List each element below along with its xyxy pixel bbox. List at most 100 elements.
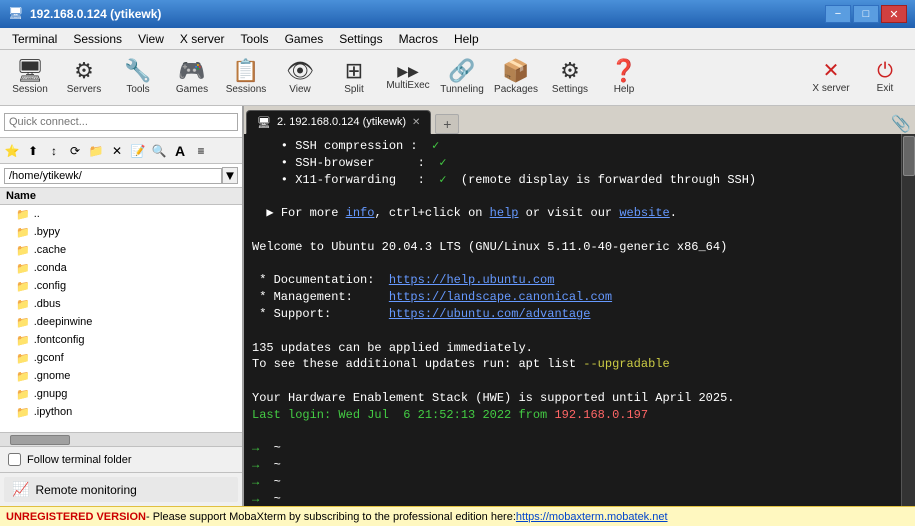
tools-icon: 🔧 bbox=[124, 60, 151, 82]
terminal-line: * Documentation: https://help.ubuntu.com bbox=[252, 272, 907, 289]
path-dropdown-btn[interactable]: ▼ bbox=[222, 167, 238, 184]
terminal-line bbox=[252, 373, 907, 390]
toolbar-help[interactable]: ❓ Help bbox=[598, 52, 650, 104]
menu-help[interactable]: Help bbox=[446, 28, 487, 49]
tab-add-btn[interactable]: + bbox=[435, 114, 459, 134]
folder-icon: 📁 bbox=[16, 244, 30, 257]
terminal-scrollbar[interactable] bbox=[901, 134, 915, 506]
menu-macros[interactable]: Macros bbox=[391, 28, 446, 49]
list-item[interactable]: 📁 .deepinwine bbox=[0, 313, 242, 331]
fb-extra2-btn[interactable]: ≡ bbox=[191, 141, 211, 161]
terminal-line: * Management: https://landscape.canonica… bbox=[252, 289, 907, 306]
left-panel: ⭐ ⬆ ↕ ⟳ 📁 ✕ 📝 🔍 A ≡ ▼ Name 📁 .. 📁 .by bbox=[0, 106, 244, 506]
terminal-line: • X11-forwarding : ✓ (remote display is … bbox=[252, 172, 907, 189]
list-item[interactable]: 📁 .fontconfig bbox=[0, 331, 242, 349]
terminal-line bbox=[252, 424, 907, 441]
path-input[interactable] bbox=[4, 168, 222, 184]
minimize-button[interactable]: − bbox=[825, 5, 851, 23]
terminal-line: Your Hardware Enablement Stack (HWE) is … bbox=[252, 390, 907, 407]
tab-close-btn[interactable]: ✕ bbox=[412, 117, 420, 128]
horizontal-scrollbar[interactable] bbox=[0, 432, 242, 446]
tab-session[interactable]: 🖥 2. 192.168.0.124 (ytikewk) ✕ bbox=[246, 110, 431, 134]
list-item[interactable]: 📁 .gnome bbox=[0, 367, 242, 385]
list-item[interactable]: 📁 .ipython bbox=[0, 403, 242, 421]
fb-newfolder-btn[interactable]: 📁 bbox=[86, 141, 106, 161]
folder-icon: 📁 bbox=[16, 298, 30, 311]
list-item[interactable]: 📁 .bypy bbox=[0, 223, 242, 241]
close-button[interactable]: ✕ bbox=[881, 5, 907, 23]
file-list-name-header[interactable]: Name bbox=[0, 188, 242, 205]
list-item[interactable]: 📁 .dbus bbox=[0, 295, 242, 313]
session-icon: 🖥 bbox=[16, 60, 44, 82]
follow-folder-label[interactable]: Follow terminal folder bbox=[27, 454, 132, 466]
scroll-thumb[interactable] bbox=[10, 435, 70, 445]
toolbar-xserver[interactable]: ✕ X server bbox=[805, 52, 857, 104]
fb-edit-btn[interactable]: 📝 bbox=[128, 141, 148, 161]
toolbar-settings[interactable]: ⚙ Settings bbox=[544, 52, 596, 104]
terminal-line: • SSH-browser : ✓ bbox=[252, 155, 907, 172]
help-icon: ❓ bbox=[610, 60, 637, 82]
unregistered-label: UNREGISTERED VERSION bbox=[6, 511, 146, 523]
fb-search-btn[interactable]: 🔍 bbox=[149, 141, 169, 161]
status-link[interactable]: https://mobaxterm.mobatek.net bbox=[516, 511, 668, 523]
menu-xserver[interactable]: X server bbox=[172, 28, 233, 49]
toolbar-tools[interactable]: 🔧 Tools bbox=[112, 52, 164, 104]
toolbar-view[interactable]: 👁 View bbox=[274, 52, 326, 104]
menu-settings[interactable]: Settings bbox=[331, 28, 390, 49]
terminal-line bbox=[252, 256, 907, 273]
toolbar-tunneling-label: Tunneling bbox=[440, 84, 484, 95]
list-item[interactable]: 📁 .conda bbox=[0, 259, 242, 277]
terminal-line: Welcome to Ubuntu 20.04.3 LTS (GNU/Linux… bbox=[252, 239, 907, 256]
split-icon: ⊞ bbox=[345, 60, 363, 82]
list-item[interactable]: 📁 .cache bbox=[0, 241, 242, 259]
list-item[interactable]: 📁 .. bbox=[0, 205, 242, 223]
menu-sessions[interactable]: Sessions bbox=[65, 28, 130, 49]
folder-icon: 📁 bbox=[16, 226, 30, 239]
left-bottom-panel: Follow terminal folder 📈 Remote monitori… bbox=[0, 446, 242, 506]
toolbar-packages[interactable]: 📦 Packages bbox=[490, 52, 542, 104]
toolbar-split[interactable]: ⊞ Split bbox=[328, 52, 380, 104]
file-browser-toolbar: ⭐ ⬆ ↕ ⟳ 📁 ✕ 📝 🔍 A ≡ bbox=[0, 138, 242, 164]
terminal-line: → ~ bbox=[252, 457, 907, 474]
toolbar-session[interactable]: 🖥 Session bbox=[4, 52, 56, 104]
terminal[interactable]: • SSH compression : ✓ • SSH-browser : ✓ … bbox=[244, 134, 915, 506]
fb-bookmark-btn[interactable]: ⭐ bbox=[2, 141, 22, 161]
toolbar-servers[interactable]: ⚙ Servers bbox=[58, 52, 110, 104]
list-item[interactable]: 📁 .gconf bbox=[0, 349, 242, 367]
toolbar-help-label: Help bbox=[614, 84, 635, 95]
toolbar-multiexec[interactable]: ▶▶ MultiExec bbox=[382, 52, 434, 104]
toolbar-games[interactable]: 🎮 Games bbox=[166, 52, 218, 104]
toolbar-tools-label: Tools bbox=[126, 84, 149, 95]
terminal-scroll-thumb[interactable] bbox=[903, 136, 915, 176]
toolbar-servers-label: Servers bbox=[67, 84, 101, 95]
list-item[interactable]: 📁 .config bbox=[0, 277, 242, 295]
menu-games[interactable]: Games bbox=[277, 28, 332, 49]
toolbar-xserver-label: X server bbox=[812, 83, 849, 94]
menu-tools[interactable]: Tools bbox=[233, 28, 277, 49]
menu-terminal[interactable]: Terminal bbox=[4, 28, 65, 49]
toolbar-tunneling[interactable]: 🔗 Tunneling bbox=[436, 52, 488, 104]
fb-extra-btn[interactable]: A bbox=[170, 141, 190, 161]
chart-icon: 📈 bbox=[12, 481, 29, 498]
fb-delete-btn[interactable]: ✕ bbox=[107, 141, 127, 161]
folder-icon: 📁 bbox=[16, 208, 30, 221]
fb-up-btn[interactable]: ⬆ bbox=[23, 141, 43, 161]
toolbar-exit[interactable]: ⏻ Exit bbox=[859, 52, 911, 104]
path-bar: ▼ bbox=[0, 164, 242, 188]
terminal-line bbox=[252, 222, 907, 239]
toolbar-sessions-label: Sessions bbox=[226, 84, 267, 95]
maximize-button[interactable]: □ bbox=[853, 5, 879, 23]
terminal-line: * Support: https://ubuntu.com/advantage bbox=[252, 306, 907, 323]
multiexec-icon: ▶▶ bbox=[397, 64, 419, 78]
menu-view[interactable]: View bbox=[130, 28, 172, 49]
fb-refresh-btn[interactable]: ⟳ bbox=[65, 141, 85, 161]
fb-sort-btn[interactable]: ↕ bbox=[44, 141, 64, 161]
toolbar-games-label: Games bbox=[176, 84, 208, 95]
remote-monitoring-btn[interactable]: 📈 Remote monitoring bbox=[4, 477, 238, 502]
quick-connect-input[interactable] bbox=[4, 113, 238, 131]
quick-connect-bar bbox=[0, 106, 242, 138]
toolbar-sessions[interactable]: 📋 Sessions bbox=[220, 52, 272, 104]
list-item[interactable]: 📁 .gnupg bbox=[0, 385, 242, 403]
games-icon: 🎮 bbox=[178, 60, 205, 82]
follow-folder-checkbox[interactable] bbox=[8, 453, 21, 466]
